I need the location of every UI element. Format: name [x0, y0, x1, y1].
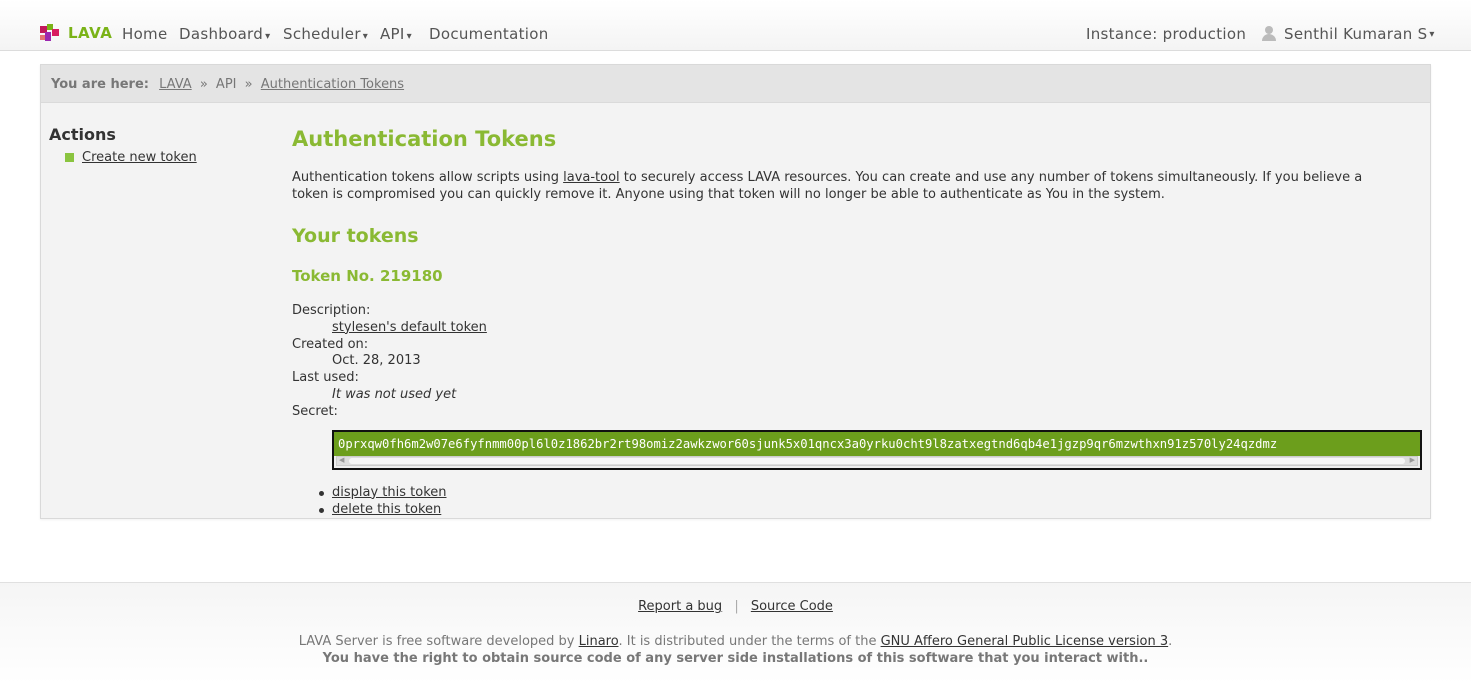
breadcrumb: You are here: LAVA » API » Authenticatio… — [41, 65, 1430, 103]
brand-name: LAVA — [68, 24, 113, 42]
create-new-token-link[interactable]: Create new token — [82, 150, 197, 165]
section-title: Your tokens — [292, 225, 419, 247]
breadcrumb-api: API — [215, 77, 237, 92]
scroll-right-icon[interactable]: ▶ — [1410, 456, 1415, 464]
footer-rights-text: You have the right to obtain source code… — [322, 651, 1149, 666]
nav-scheduler-label: Scheduler — [283, 25, 361, 43]
instance-label: Instance: production — [1086, 25, 1247, 43]
horizontal-scrollbar[interactable]: ◀ ▶ — [336, 455, 1418, 466]
footer-text: . It is distributed under the terms of t… — [618, 634, 881, 649]
linaro-link[interactable]: Linaro — [579, 634, 619, 649]
last-used-label: Last used: — [292, 370, 359, 386]
source-code-link[interactable]: Source Code — [751, 599, 833, 614]
intro-paragraph: Authentication tokens allow scripts usin… — [292, 169, 1392, 203]
secret-label: Secret: — [292, 403, 338, 419]
token-actions: display this token delete this token — [319, 484, 1422, 518]
actions-sidebar: Actions Create new token — [49, 125, 269, 165]
user-icon — [1262, 26, 1276, 42]
breadcrumb-authentication-tokens[interactable]: Authentication Tokens — [261, 77, 404, 92]
token-title: Token No. 219180 — [292, 267, 443, 285]
footer: Report a bug | Source Code LAVA Server i… — [0, 582, 1471, 684]
nav-dashboard-menu[interactable]: Dashboard ▾ — [179, 25, 270, 43]
breadcrumb-separator: » — [244, 77, 253, 92]
lava-tool-link[interactable]: lava-tool — [563, 170, 620, 185]
token-description-link[interactable]: stylesen's default token — [332, 320, 487, 335]
footer-links: Report a bug | Source Code — [0, 599, 1471, 614]
description-label: Description: — [292, 303, 371, 318]
nav-dashboard-label: Dashboard — [179, 25, 264, 43]
square-bullet-icon — [65, 153, 74, 162]
token-details: Description: stylesen's default token Cr… — [292, 303, 1422, 421]
main-content: Authentication Tokens Authentication tok… — [292, 127, 1422, 518]
scrollbar-thumb[interactable] — [349, 457, 1405, 464]
footer-text: . — [1168, 634, 1173, 649]
nav-api-menu[interactable]: API ▾ — [380, 25, 412, 43]
user-menu[interactable]: Senthil Kumaran S ▾ — [1262, 25, 1435, 43]
page-title: Authentication Tokens — [292, 127, 557, 151]
caret-down-icon: ▾ — [265, 31, 271, 42]
footer-license-note: LAVA Server is free software developed b… — [0, 634, 1471, 649]
secret-box[interactable]: 0prxqw0fh6m2w07e6fyfnmm00pl6l0z1862br2rt… — [332, 429, 1422, 470]
nav-scheduler-menu[interactable]: Scheduler ▾ — [283, 25, 368, 43]
breadcrumb-separator: » — [199, 77, 208, 92]
nav-api-label: API — [380, 25, 405, 43]
agpl-license-link[interactable]: GNU Affero General Public License versio… — [881, 634, 1169, 649]
top-navbar: LAVA Home Dashboard ▾ Scheduler ▾ API ▾ Doc… — [0, 0, 1471, 51]
report-bug-link[interactable]: Report a bug — [638, 599, 722, 614]
caret-down-icon: ▾ — [406, 31, 412, 42]
breadcrumb-lava[interactable]: LAVA — [159, 77, 192, 92]
sidebar-title: Actions — [49, 125, 116, 144]
intro-text: Authentication tokens allow scripts usin… — [292, 170, 564, 185]
display-token-link[interactable]: display this token — [332, 485, 447, 500]
footer-text: LAVA Server is free software developed b… — [298, 634, 579, 649]
scroll-left-icon[interactable]: ◀ — [339, 456, 344, 464]
sidebar-action-item: Create new token — [65, 150, 269, 165]
lava-logo-icon — [40, 24, 60, 42]
created-label: Created on: — [292, 336, 369, 352]
nav-home[interactable]: Home — [122, 25, 168, 43]
delete-token-link[interactable]: delete this token — [332, 502, 441, 517]
token-secret[interactable]: 0prxqw0fh6m2w07e6fyfnmm00pl6l0z1862br2rt… — [334, 431, 1420, 456]
brand-link[interactable]: LAVA — [40, 24, 112, 42]
created-value: Oct. 28, 2013 — [332, 353, 421, 369]
caret-down-icon: ▾ — [1429, 28, 1435, 40]
nav-documentation[interactable]: Documentation — [429, 25, 549, 43]
caret-down-icon: ▾ — [362, 31, 369, 42]
last-used-value: It was not used yet — [332, 386, 457, 402]
user-name: Senthil Kumaran S — [1284, 25, 1428, 43]
content-container: You are here: LAVA » API » Authenticatio… — [40, 64, 1431, 519]
footer-separator: | — [734, 599, 739, 614]
breadcrumb-prefix: You are here: — [51, 77, 149, 92]
